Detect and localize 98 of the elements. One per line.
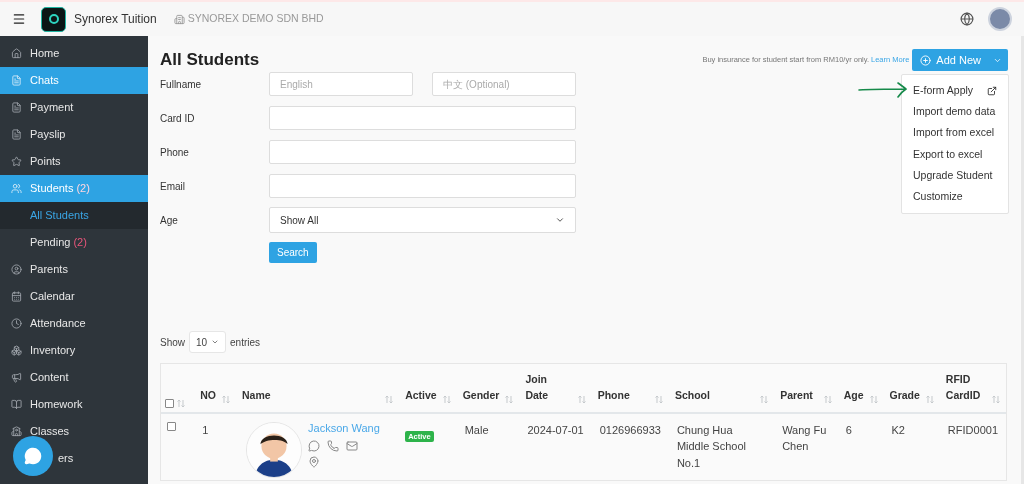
chat-icon <box>24 447 42 465</box>
column-header[interactable]: School <box>674 387 710 404</box>
column-header[interactable]: Gender <box>462 387 500 404</box>
menu-item[interactable]: Import from excel <box>902 122 1008 144</box>
user-avatar[interactable] <box>988 7 1012 31</box>
column-header[interactable]: RFID CardID <box>945 372 986 404</box>
input-field[interactable]: 中文 (Optional) <box>432 72 576 96</box>
file-icon <box>11 75 22 86</box>
file-icon <box>11 129 22 140</box>
column-header[interactable]: Active <box>405 387 437 404</box>
table-cell: 2024-07-01 <box>527 423 584 436</box>
phone-icon[interactable] <box>327 440 340 452</box>
field-label: Email <box>160 179 186 194</box>
column-header[interactable]: Phone <box>597 387 630 404</box>
sidebar-item[interactable]: Attendance <box>0 310 148 337</box>
app-name: Synorex Tuition <box>74 11 157 28</box>
table-cell: 1 <box>202 423 209 436</box>
users-icon <box>11 183 22 194</box>
sidebar-item[interactable]: Payslip <box>0 121 148 148</box>
column-header[interactable]: Join Date <box>525 372 554 404</box>
sidebar-item[interactable]: ers <box>0 445 148 472</box>
entries-label: entries <box>230 335 261 350</box>
caret-icon <box>211 338 219 346</box>
sidebar-item[interactable]: Payment <box>0 94 148 121</box>
table-cell: K2 <box>891 423 905 436</box>
app-logo <box>41 6 66 32</box>
sidebar-item[interactable]: Home <box>0 40 148 67</box>
table-cell: Wang Fu Chen <box>782 423 827 452</box>
sort-icon[interactable] <box>177 398 185 408</box>
home-icon <box>11 48 22 59</box>
location-icon[interactable] <box>308 456 321 468</box>
building-icon <box>173 13 185 25</box>
company-name: SYNOREX DEMO SDN BHD <box>187 11 324 27</box>
sort-icon[interactable] <box>823 394 832 404</box>
sidebar-item[interactable]: Calendar <box>0 283 148 310</box>
menu-icon[interactable] <box>12 12 26 26</box>
sort-icon[interactable] <box>760 394 769 404</box>
column-header[interactable]: NO <box>200 387 217 404</box>
input-field[interactable] <box>269 106 576 130</box>
sort-icon[interactable] <box>992 394 1000 404</box>
calendar-icon <box>11 291 22 302</box>
sidebar-item[interactable]: Homework <box>0 391 148 418</box>
sidebar-item[interactable]: Points <box>0 148 148 175</box>
boxes-icon <box>11 345 22 356</box>
menu-item[interactable]: Import demo data <box>902 101 1008 123</box>
menu-item[interactable]: Customize <box>902 186 1008 208</box>
clock-icon <box>11 318 22 329</box>
show-label: Show <box>160 335 185 350</box>
sort-icon[interactable] <box>869 394 878 404</box>
column-header[interactable]: Parent <box>780 387 813 404</box>
field-label: Phone <box>160 145 190 160</box>
sort-icon[interactable] <box>577 394 586 404</box>
select-field[interactable]: Show All <box>269 207 576 233</box>
star-icon <box>11 156 22 167</box>
menu-item[interactable]: E-form Apply <box>902 80 1008 102</box>
column-header[interactable]: Age <box>843 387 864 404</box>
input-field[interactable] <box>269 174 576 198</box>
input-field[interactable] <box>269 140 576 164</box>
checkbox[interactable] <box>165 398 174 408</box>
school-icon <box>11 426 22 437</box>
field-label: Age <box>160 213 179 228</box>
sort-icon[interactable] <box>222 394 231 404</box>
field-label: Card ID <box>160 111 196 126</box>
book-icon <box>11 399 22 410</box>
globe-icon[interactable] <box>960 12 974 26</box>
sidebar-item[interactable]: Parents <box>0 256 148 283</box>
column-header[interactable]: Name <box>242 387 271 404</box>
user-icon <box>11 264 22 275</box>
table-cell: Male <box>464 423 489 436</box>
arrow-drawing <box>858 82 908 98</box>
column-header[interactable]: Grade <box>889 387 920 404</box>
table-cell: 0126966933 <box>599 423 661 436</box>
sidebar-subitem[interactable]: Pending (2) <box>0 229 148 256</box>
table-cell: 6 <box>845 423 852 436</box>
checkbox[interactable] <box>167 421 176 431</box>
chat-icon[interactable] <box>308 440 321 452</box>
megaphone-icon <box>11 372 22 383</box>
sort-icon[interactable] <box>505 394 514 404</box>
sidebar-item[interactable]: Inventory <box>0 337 148 364</box>
mail-icon[interactable] <box>346 440 359 452</box>
page-title: All Students <box>160 49 260 72</box>
caret-icon <box>555 215 565 225</box>
menu-item[interactable]: Export to excel <box>902 143 1008 166</box>
sort-icon[interactable] <box>442 394 451 404</box>
field-label: Fullname <box>160 77 203 92</box>
sort-icon[interactable] <box>385 394 394 404</box>
sort-icon[interactable] <box>925 394 934 404</box>
plus-icon <box>920 54 932 66</box>
table-cell: RFID0001 <box>947 423 998 436</box>
entries-select[interactable]: 10 <box>189 331 226 353</box>
table-cell: Chung Hua Middle School No.1 <box>676 423 746 469</box>
sort-icon[interactable] <box>654 394 663 404</box>
menu-item[interactable]: Upgrade Student <box>902 165 1008 187</box>
file-icon <box>11 102 22 113</box>
input-field[interactable]: English <box>269 72 413 96</box>
sidebar-item[interactable]: Content <box>0 364 148 391</box>
sidebar-subitem[interactable]: All Students <box>0 202 148 229</box>
sidebar-item[interactable]: Classes <box>0 418 148 445</box>
